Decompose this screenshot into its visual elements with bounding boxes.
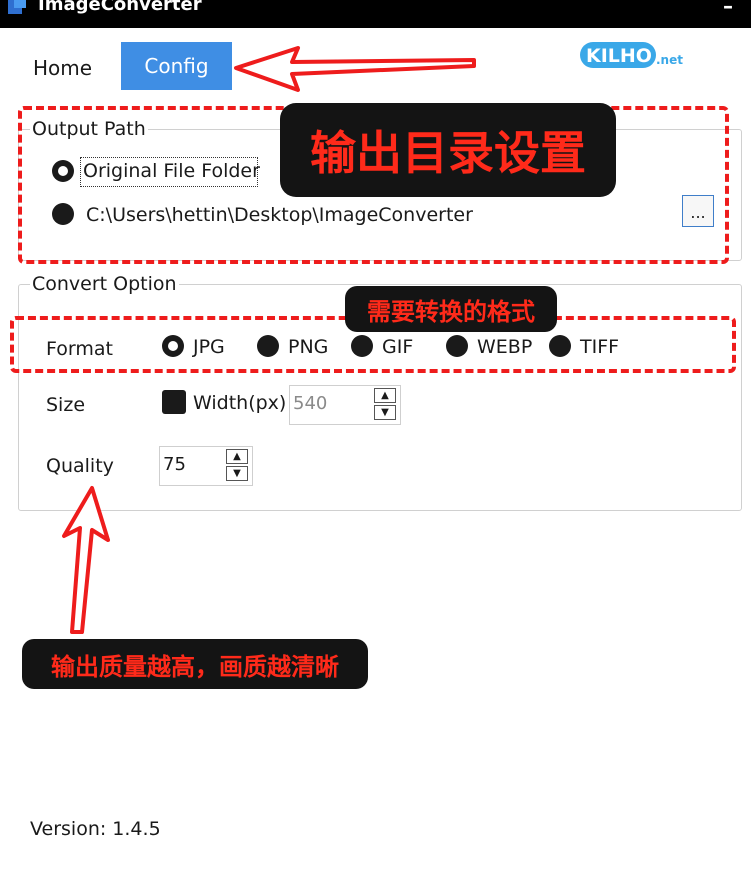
title-bar: ImageConverter – xyxy=(0,0,751,28)
kilho-logo: KILHO .net xyxy=(580,40,690,80)
logo-main: KILHO xyxy=(586,45,652,67)
tab-config[interactable]: Config xyxy=(121,42,232,90)
width-up-arrow-icon[interactable]: ▲ xyxy=(374,388,396,403)
app-icon xyxy=(8,0,26,14)
version-text: Version: 1.4.5 xyxy=(30,818,161,840)
quality-label: Quality xyxy=(46,455,114,477)
size-label: Size xyxy=(46,394,86,416)
width-checkbox[interactable] xyxy=(162,390,186,414)
tab-config-label: Config xyxy=(144,54,209,78)
width-down-arrow-icon[interactable]: ▼ xyxy=(374,405,396,420)
width-stepper[interactable]: 540 ▲ ▼ xyxy=(289,385,401,425)
quality-down-arrow-icon[interactable]: ▼ xyxy=(226,466,248,481)
callout-output-dir: 输出目录设置 xyxy=(280,103,616,197)
callout-format-text: 需要转换的格式 xyxy=(367,297,535,326)
callout-format: 需要转换的格式 xyxy=(345,286,557,332)
tab-home[interactable]: Home xyxy=(33,56,92,80)
callout-quality-text: 输出质量越高，画质越清晰 xyxy=(51,652,339,681)
quality-value: 75 xyxy=(163,454,186,475)
window-title: ImageConverter xyxy=(38,0,202,15)
logo-suffix: .net xyxy=(656,53,683,67)
callout-output-dir-text: 输出目录设置 xyxy=(310,126,586,180)
width-value: 540 xyxy=(293,393,328,414)
callout-quality: 输出质量越高，画质越清晰 xyxy=(22,639,368,689)
width-label[interactable]: Width(px) xyxy=(193,392,286,414)
minimize-button[interactable]: – xyxy=(723,0,733,18)
quality-stepper[interactable]: 75 ▲ ▼ xyxy=(159,446,253,486)
convert-option-legend: Convert Option xyxy=(30,273,179,295)
config-arrow-icon xyxy=(234,46,476,92)
quality-up-arrow-icon[interactable]: ▲ xyxy=(226,449,248,464)
